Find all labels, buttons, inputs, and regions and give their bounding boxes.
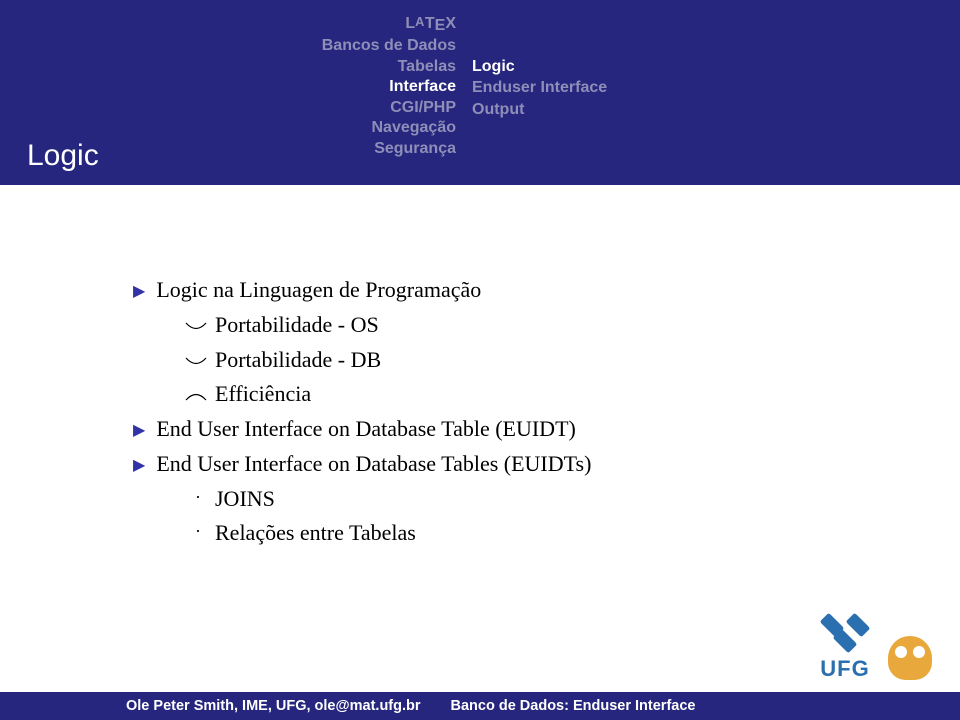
footer-title: Banco de Dados: Enduser Interface bbox=[451, 698, 696, 714]
dot-icon: · bbox=[195, 517, 215, 545]
bullet-1-sub-2: Portabilidade - DB bbox=[133, 343, 960, 378]
slide-header: LATEX Bancos de Dados Tabelas Interface … bbox=[0, 0, 960, 185]
bullet-text: End User Interface on Database Table (EU… bbox=[156, 412, 576, 447]
triangle-icon: ▶ bbox=[133, 418, 145, 443]
nav-item-tabelas[interactable]: Tabelas bbox=[0, 57, 456, 77]
logo-cubes-icon bbox=[816, 614, 874, 652]
bullet-text: End User Interface on Database Tables (E… bbox=[156, 447, 591, 482]
bullet-3-sub-2: · Relações entre Tabelas bbox=[133, 516, 960, 551]
bullet-1-sub-3: Efficiência bbox=[133, 377, 960, 412]
subnav-item-enduser[interactable]: Enduser Interface bbox=[472, 77, 607, 98]
nav-columns: LATEX Bancos de Dados Tabelas Interface … bbox=[0, 14, 960, 159]
triangle-icon: ▶ bbox=[133, 453, 145, 478]
bullet-text: Logic na Linguagen de Programação bbox=[156, 273, 481, 308]
triangle-icon: ▶ bbox=[133, 279, 145, 304]
sub-text: Relações entre Tabelas bbox=[215, 516, 416, 551]
nav-item-cgiphp[interactable]: CGI/PHP bbox=[0, 98, 456, 118]
footer-author: Ole Peter Smith, IME, UFG, ole@mat.ufg.b… bbox=[126, 698, 421, 714]
bullet-1-sub-1: Portabilidade - OS bbox=[133, 308, 960, 343]
bullet-3-sub-1: · JOINS bbox=[133, 482, 960, 517]
sub-text: JOINS bbox=[215, 482, 275, 517]
smile-icon bbox=[185, 343, 215, 367]
bullet-1: ▶ Logic na Linguagen de Programação bbox=[133, 273, 960, 308]
frown-icon bbox=[185, 377, 215, 401]
logo-text: UFG bbox=[816, 656, 874, 682]
nav-sections: LATEX Bancos de Dados Tabelas Interface … bbox=[0, 14, 470, 159]
bullet-3: ▶ End User Interface on Database Tables … bbox=[133, 447, 960, 482]
sub-text: Portabilidade - DB bbox=[215, 343, 381, 378]
nav-item-bancos[interactable]: Bancos de Dados bbox=[0, 36, 456, 56]
nav-item-latex[interactable]: LATEX bbox=[0, 14, 456, 36]
smile-icon bbox=[185, 308, 215, 332]
ufg-logo: UFG bbox=[816, 614, 936, 682]
owl-icon bbox=[888, 636, 932, 680]
nav-item-interface[interactable]: Interface bbox=[0, 77, 456, 97]
slide-footer: Ole Peter Smith, IME, UFG, ole@mat.ufg.b… bbox=[0, 692, 960, 720]
nav-item-navegacao[interactable]: Navegação bbox=[0, 118, 456, 138]
slide-body: ▶ Logic na Linguagen de Programação Port… bbox=[0, 185, 960, 551]
slide-title: Logic bbox=[27, 139, 99, 173]
bullet-2: ▶ End User Interface on Database Table (… bbox=[133, 412, 960, 447]
sub-text: Portabilidade - OS bbox=[215, 308, 379, 343]
subnav-item-logic[interactable]: Logic bbox=[472, 56, 607, 77]
nav-subsections: Logic Enduser Interface Output bbox=[470, 14, 607, 159]
subnav-item-output[interactable]: Output bbox=[472, 99, 607, 120]
sub-text: Efficiência bbox=[215, 377, 311, 412]
dot-icon: · bbox=[195, 483, 215, 511]
